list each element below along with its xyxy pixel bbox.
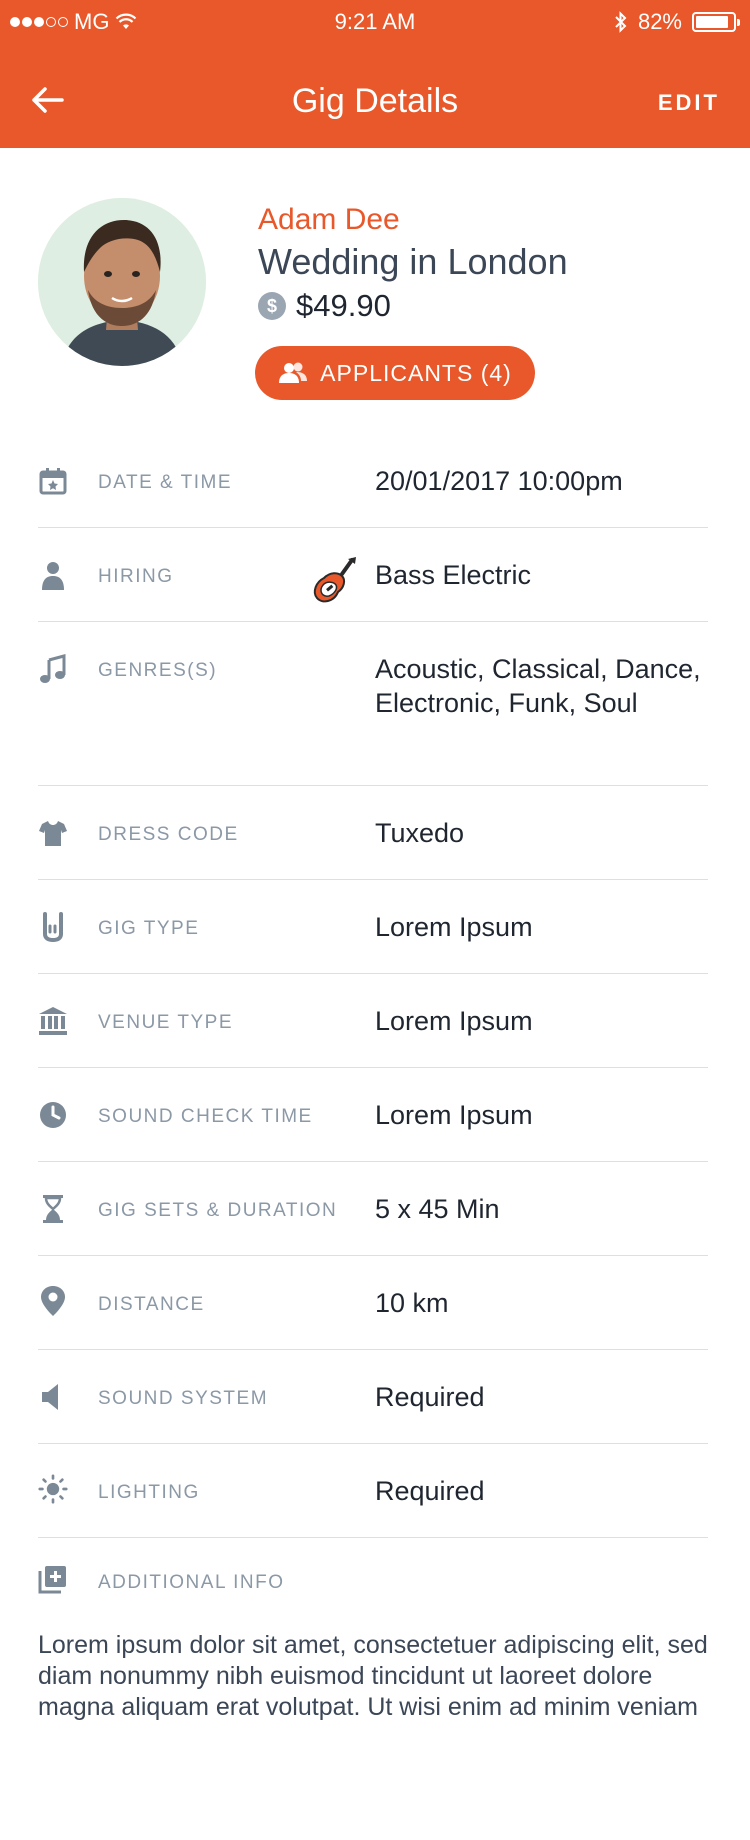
shirt-icon — [38, 818, 68, 848]
page-title: Gig Details — [291, 82, 459, 120]
battery-percent: 82% — [637, 9, 682, 34]
detail-value: Lorem Ipsum — [375, 1100, 533, 1130]
detail-row-gig-type: GIG TYPE Lorem Ipsum — [38, 880, 708, 974]
speaker-icon — [38, 1382, 68, 1412]
calendar-icon — [38, 466, 68, 496]
detail-label: SOUND CHECK TIME — [98, 1106, 313, 1127]
music-note-icon — [38, 654, 68, 684]
add-box-icon — [38, 1564, 68, 1594]
detail-row-genres: GENRES(S) Acoustic, Classical, Dance, El… — [38, 622, 708, 786]
rock-hand-icon — [38, 912, 68, 942]
details-list: DATE & TIME 20/01/2017 10:00pm HIRING Ba… — [38, 446, 708, 1723]
detail-value: Lorem Ipsum — [375, 1006, 533, 1036]
hourglass-icon — [38, 1194, 68, 1224]
detail-row-hiring: HIRING Bass Electric — [38, 528, 708, 622]
detail-row-lighting: LIGHTING Required — [38, 1444, 708, 1538]
group-icon — [279, 362, 308, 383]
battery-icon — [692, 12, 740, 32]
detail-label: SOUND SYSTEM — [98, 1388, 269, 1409]
applicants-label: APPLICANTS (4) — [320, 359, 512, 386]
bass-guitar-icon — [312, 556, 358, 606]
nav-bar: Gig Details EDIT — [0, 60, 750, 140]
building-icon — [38, 1006, 68, 1036]
additional-info-label: ADDITIONAL INFO — [98, 1572, 285, 1593]
detail-row-date-time: DATE & TIME 20/01/2017 10:00pm — [38, 446, 708, 528]
detail-label: VENUE TYPE — [98, 1012, 234, 1033]
detail-value: Required — [375, 1476, 485, 1506]
detail-label: GENRES(S) — [98, 660, 218, 681]
avatar — [38, 198, 206, 366]
detail-value: 20/01/2017 10:00pm — [375, 466, 623, 496]
status-bar: MG 9:21 AM 82% — [0, 0, 750, 42]
detail-value: Acoustic, Classical, Dance, Electronic, … — [375, 654, 701, 718]
person-photo-icon — [38, 198, 206, 366]
additional-info-header: ADDITIONAL INFO — [38, 1538, 708, 1630]
additional-info-text: Lorem ipsum dolor sit amet, consectetuer… — [38, 1631, 708, 1721]
gig-price: $ $49.90 — [258, 288, 718, 324]
app-header: MG 9:21 AM 82% Gig Details EDIT — [0, 0, 750, 148]
detail-value: 10 km — [375, 1288, 449, 1318]
location-pin-icon — [38, 1286, 68, 1316]
applicants-button[interactable]: APPLICANTS (4) — [255, 346, 535, 400]
detail-row-venue-type: VENUE TYPE Lorem Ipsum — [38, 974, 708, 1068]
detail-row-dress-code: DRESS CODE Tuxedo — [38, 786, 708, 880]
detail-label: DATE & TIME — [98, 472, 233, 493]
edit-button[interactable]: EDIT — [658, 90, 720, 116]
detail-row-gig-sets: GIG SETS & DURATION 5 x 45 Min — [38, 1162, 708, 1256]
detail-row-distance: DISTANCE 10 km — [38, 1256, 708, 1350]
detail-label: HIRING — [98, 566, 174, 587]
price-value: $49.90 — [296, 288, 391, 323]
detail-value: Bass Electric — [375, 560, 532, 590]
detail-row-sound-check: SOUND CHECK TIME Lorem Ipsum — [38, 1068, 708, 1162]
detail-label: DISTANCE — [98, 1294, 205, 1315]
detail-value: Lorem Ipsum — [375, 912, 533, 942]
person-icon — [38, 560, 68, 590]
dollar-coin-icon: $ — [258, 292, 286, 320]
gig-title: Wedding in London — [258, 241, 568, 282]
detail-value: Tuxedo — [375, 818, 465, 848]
detail-value: 5 x 45 Min — [375, 1194, 500, 1224]
detail-label: LIGHTING — [98, 1482, 200, 1503]
detail-label: GIG SETS & DURATION — [98, 1200, 338, 1221]
detail-label: GIG TYPE — [98, 918, 200, 939]
clock-icon — [38, 1100, 68, 1130]
bluetooth-icon — [615, 11, 627, 33]
sun-icon — [38, 1474, 68, 1504]
gig-summary: Adam Dee Wedding in London $ $49.90 — [258, 202, 718, 324]
host-name[interactable]: Adam Dee — [258, 202, 718, 238]
detail-label: DRESS CODE — [98, 824, 239, 845]
status-right: 82% — [614, 9, 740, 35]
detail-row-sound-system: SOUND SYSTEM Required — [38, 1350, 708, 1444]
detail-value: Required — [375, 1382, 485, 1412]
